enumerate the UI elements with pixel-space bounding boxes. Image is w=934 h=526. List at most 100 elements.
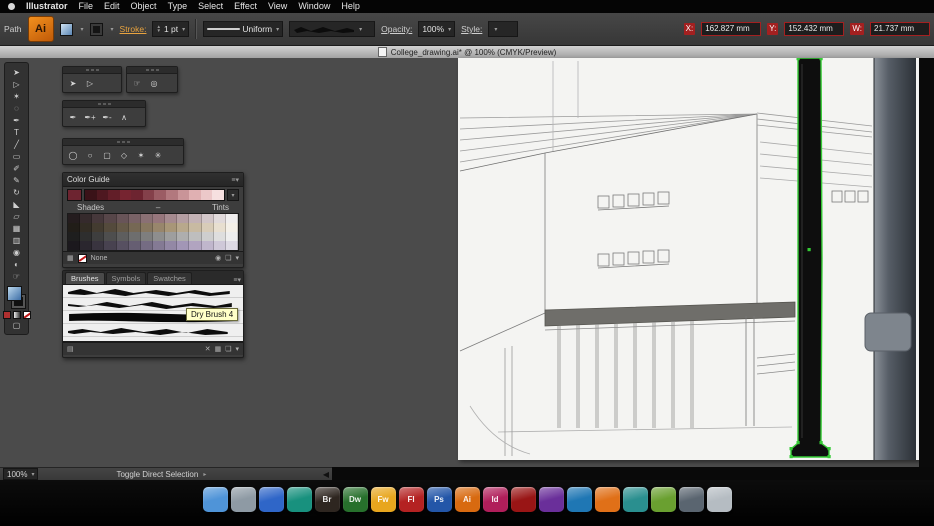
color-variation-swatch[interactable]: [119, 190, 132, 200]
gradient-mode-button[interactable]: [12, 311, 21, 319]
color-swatch[interactable]: [225, 223, 238, 232]
color-swatch[interactable]: [68, 241, 81, 250]
color-swatch[interactable]: [225, 214, 238, 223]
dock-app-gray[interactable]: [230, 487, 256, 512]
direct-selection-tool[interactable]: ▷: [6, 78, 27, 90]
color-swatch[interactable]: [140, 241, 153, 250]
color-swatch[interactable]: [225, 241, 238, 250]
menu-window[interactable]: Window: [298, 0, 330, 13]
pen-tool[interactable]: ✒: [6, 114, 27, 126]
color-swatch[interactable]: [165, 223, 178, 232]
color-swatch[interactable]: [68, 214, 81, 223]
dock-finder[interactable]: [202, 487, 228, 512]
dock-indesign[interactable]: Id: [482, 487, 508, 512]
options-icon[interactable]: ▦: [215, 345, 222, 353]
color-swatch[interactable]: [213, 214, 226, 223]
color-swatch[interactable]: [80, 232, 93, 241]
lasso-tool[interactable]: ◌: [6, 102, 27, 114]
color-swatch[interactable]: [152, 232, 166, 241]
pencil-tool[interactable]: ✎: [6, 174, 27, 186]
color-swatch[interactable]: [104, 214, 117, 223]
color-swatch[interactable]: [189, 241, 202, 250]
convert-anchor-point-tool[interactable]: ∧: [117, 110, 131, 124]
menu-illustrator[interactable]: Illustrator: [26, 0, 68, 13]
stroke-weight-stepper[interactable]: ▲ ▼: [156, 24, 160, 33]
style-link[interactable]: Style:: [461, 24, 482, 34]
color-swatch[interactable]: [92, 223, 105, 232]
status-collapse-icon[interactable]: ◀: [323, 470, 329, 479]
color-swatch[interactable]: [213, 241, 226, 250]
color-swatch[interactable]: [80, 214, 93, 223]
panel-grip[interactable]: [63, 101, 145, 108]
dock-trash[interactable]: [706, 487, 732, 512]
flare-tool[interactable]: ✳: [151, 148, 165, 162]
color-variation-swatch[interactable]: [189, 190, 201, 200]
polygon-tool[interactable]: ◇: [117, 148, 131, 162]
scale-tool[interactable]: ◣: [6, 198, 27, 210]
panel-menu-icon[interactable]: ≡▾: [233, 276, 241, 284]
color-swatch[interactable]: [177, 223, 190, 232]
delete-brush-icon[interactable]: ▾: [235, 345, 239, 353]
dock-app-lightblue[interactable]: [566, 487, 592, 512]
dock-dreamweaver[interactable]: Dw: [342, 487, 368, 512]
status-tool-hint[interactable]: Toggle Direct Selection ▸: [116, 470, 206, 479]
color-swatch[interactable]: [140, 214, 153, 223]
edit-colors-icon[interactable]: ◉: [215, 254, 221, 262]
color-swatch[interactable]: [92, 232, 105, 241]
selection-tool[interactable]: ➤: [6, 66, 27, 78]
color-swatch[interactable]: [165, 232, 178, 241]
color-swatch[interactable]: [92, 241, 105, 250]
color-swatch[interactable]: [201, 241, 214, 250]
brush-item[interactable]: [63, 324, 243, 337]
line-segment-tool[interactable]: ╱: [6, 138, 27, 150]
color-variation-swatch[interactable]: [212, 190, 224, 200]
brush-libraries-icon[interactable]: ▤: [67, 345, 74, 353]
y-value-input[interactable]: 152.432 mm: [784, 22, 845, 36]
color-swatch[interactable]: [152, 214, 166, 223]
x-value-input[interactable]: 162.827 mm: [701, 22, 762, 36]
color-swatch[interactable]: [128, 223, 141, 232]
color-swatch[interactable]: [165, 241, 178, 250]
color-swatch[interactable]: [201, 232, 214, 241]
ellipse-tool[interactable]: ◯: [66, 148, 80, 162]
stroke-panel-link[interactable]: Stroke:: [120, 24, 147, 34]
panel-grip[interactable]: [63, 67, 121, 74]
hand-tool[interactable]: ☞: [6, 270, 27, 282]
tab-brushes[interactable]: Brushes: [65, 272, 105, 284]
color-swatch[interactable]: [152, 241, 166, 250]
menu-edit[interactable]: Edit: [104, 0, 120, 13]
color-swatch[interactable]: [116, 232, 129, 241]
panel-options-icon[interactable]: ▾: [235, 254, 239, 262]
chevron-down-icon[interactable]: ▾: [227, 189, 239, 201]
panel-grip[interactable]: [127, 67, 177, 74]
new-brush-icon[interactable]: ❏: [225, 345, 231, 353]
color-swatch[interactable]: [116, 241, 129, 250]
color-swatch[interactable]: [116, 223, 129, 232]
mesh-tool[interactable]: ▦: [6, 222, 27, 234]
color-swatch[interactable]: [165, 214, 178, 223]
color-variation-swatch[interactable]: [85, 190, 97, 200]
color-swatch[interactable]: [140, 223, 153, 232]
width-profile-select[interactable]: Uniform ▾: [203, 21, 284, 37]
color-swatch[interactable]: [68, 223, 81, 232]
brush-item[interactable]: [63, 285, 243, 298]
dock-photoshop[interactable]: Ps: [426, 487, 452, 512]
tab-swatches[interactable]: Swatches: [147, 272, 192, 284]
circle-tool[interactable]: ○: [83, 148, 97, 162]
add-anchor-point-tool[interactable]: ✒+: [83, 110, 97, 124]
opacity-select[interactable]: 100% ▾: [418, 21, 456, 37]
color-variation-swatch[interactable]: [177, 190, 190, 200]
color-swatch[interactable]: [201, 223, 214, 232]
tab-symbols[interactable]: Symbols: [105, 272, 147, 284]
apple-menu-icon[interactable]: [8, 3, 15, 10]
color-variation-swatch[interactable]: [142, 190, 155, 200]
base-color-swatch[interactable]: [67, 189, 82, 201]
color-swatch[interactable]: [189, 214, 202, 223]
dock-bridge[interactable]: Br: [314, 487, 340, 512]
w-value-input[interactable]: 21.737 mm: [870, 22, 930, 36]
fill-color-swatch[interactable]: [7, 286, 22, 301]
gradient-tool[interactable]: ▥: [6, 234, 27, 246]
menu-help[interactable]: Help: [341, 0, 360, 13]
dock-app-blue[interactable]: [258, 487, 284, 512]
menu-effect[interactable]: Effect: [234, 0, 257, 13]
